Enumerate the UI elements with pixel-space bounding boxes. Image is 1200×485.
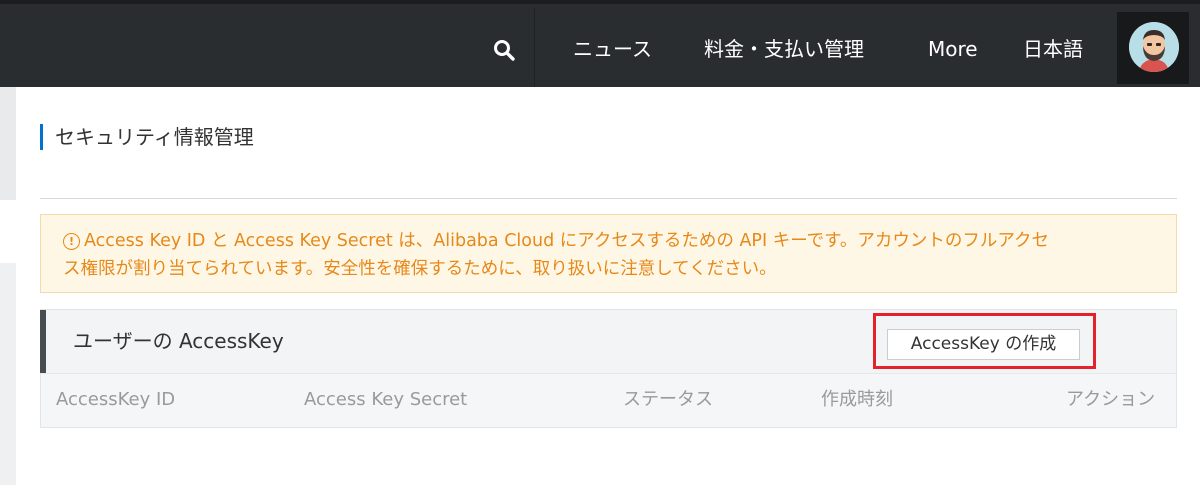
- title-divider: [40, 198, 1177, 199]
- column-header-action: アクション: [1066, 389, 1156, 410]
- top-navigation-bar: ニュース 料金・支払い管理 More 日本語: [0, 0, 1200, 87]
- column-header-created-time: 作成時刻: [821, 389, 893, 410]
- warning-notice: ! Access Key ID と Access Key Secret は、Ali…: [40, 214, 1177, 293]
- user-avatar-icon: [1129, 22, 1179, 72]
- warning-text-1: Access Key ID と Access Key Secret は、Alib…: [84, 231, 1050, 251]
- nav-item-billing[interactable]: 料金・支払い管理: [704, 36, 864, 62]
- nav-divider: [534, 8, 535, 87]
- column-header-status: ステータス: [623, 389, 713, 410]
- panel-title: ユーザーの AccessKey: [73, 329, 284, 353]
- warning-text-2: ス権限が割り当てられています。安全性を確保するために、取り扱いに注意してください…: [63, 259, 777, 279]
- column-header-accesskey-id: AccessKey ID: [56, 389, 176, 410]
- search-icon: [494, 40, 515, 61]
- user-menu[interactable]: [1117, 12, 1189, 84]
- panel-header: ユーザーの AccessKey AccessKey の作成: [40, 310, 1176, 374]
- panel-accent-bar: [40, 310, 46, 373]
- warning-line-1: ! Access Key ID と Access Key Secret は、Ali…: [63, 227, 1158, 255]
- sidebar-collapsed-top: [0, 87, 16, 200]
- accesskey-panel: ユーザーの AccessKey AccessKey の作成 AccessKey …: [40, 309, 1177, 428]
- page-title: セキュリティ情報管理: [40, 124, 254, 150]
- sidebar-collapsed-bottom: [0, 263, 16, 485]
- nav-item-more[interactable]: More: [928, 36, 978, 62]
- column-header-access-key-secret: Access Key Secret: [304, 389, 468, 410]
- nav-item-news[interactable]: ニュース: [573, 36, 652, 62]
- nav-item-language[interactable]: 日本語: [1023, 36, 1083, 62]
- create-accesskey-button[interactable]: AccessKey の作成: [887, 329, 1080, 360]
- search-button[interactable]: [480, 30, 528, 70]
- warning-circle-icon: !: [63, 233, 80, 250]
